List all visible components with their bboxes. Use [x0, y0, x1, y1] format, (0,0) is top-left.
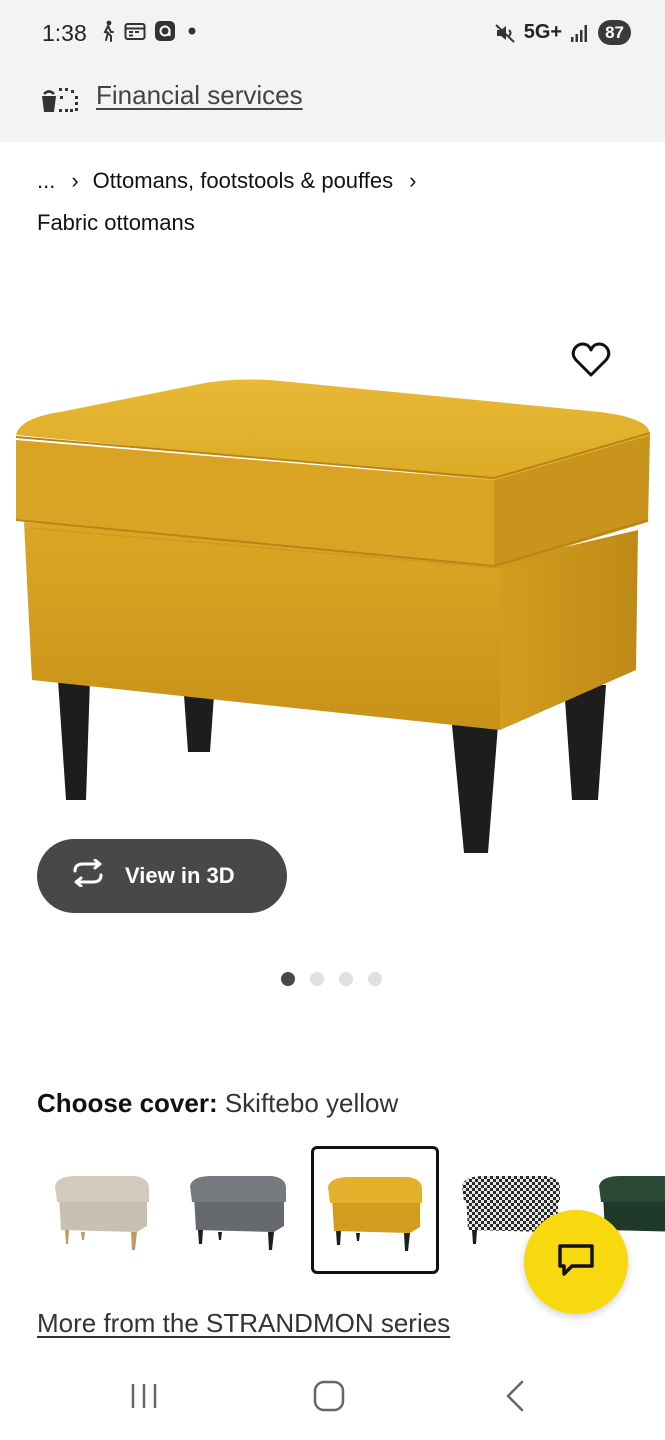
- signal-icon: [570, 23, 590, 43]
- choose-cover-label: Choose cover:: [37, 1088, 218, 1118]
- view-in-3d-button[interactable]: View in 3D: [37, 839, 287, 913]
- status-time: 1:38: [42, 20, 87, 46]
- breadcrumb-separator: ›: [71, 168, 79, 193]
- dot-icon: [184, 23, 200, 39]
- financial-services-bar: Financial services: [0, 66, 665, 142]
- breadcrumb-ellipsis[interactable]: ...: [37, 166, 55, 196]
- battery-level: 87: [598, 20, 631, 45]
- swatch-grey[interactable]: [174, 1146, 302, 1274]
- swatch-yellow[interactable]: [311, 1146, 439, 1274]
- heart-icon[interactable]: [570, 340, 612, 380]
- strandmon-series-link[interactable]: More from the STRANDMON series: [37, 1308, 450, 1339]
- yellow-ottoman-image[interactable]: [0, 300, 665, 880]
- breadcrumb-current[interactable]: Fabric ottomans: [37, 210, 195, 236]
- carousel-dot-2[interactable]: [310, 972, 324, 986]
- view-in-3d-label: View in 3D: [125, 863, 235, 888]
- carousel-dot-3[interactable]: [339, 972, 353, 986]
- choose-cover-heading: Choose cover: Skiftebo yellow: [37, 1088, 398, 1119]
- network-label: 5G+: [523, 21, 563, 43]
- breadcrumb: ... › Ottomans, footstools & pouffes ›: [37, 166, 637, 196]
- back-icon[interactable]: [486, 1376, 546, 1416]
- delivery-icon: [40, 84, 80, 121]
- navigation-bar: [0, 1356, 665, 1440]
- status-bar: 1:38 5G+ 87: [0, 0, 665, 66]
- recent-apps-icon[interactable]: [114, 1376, 174, 1416]
- rotate-icon: [69, 858, 107, 893]
- carousel-dots: [281, 972, 382, 986]
- carousel-dot-4[interactable]: [368, 972, 382, 986]
- walk-icon: [100, 20, 116, 42]
- calendar-icon: [124, 21, 146, 41]
- chat-icon: [556, 1242, 596, 1283]
- app-icon: [154, 20, 176, 42]
- status-left-icons: [100, 20, 200, 42]
- status-right: 5G+ 87: [494, 20, 631, 45]
- chat-button[interactable]: [524, 1210, 628, 1314]
- swatch-beige[interactable]: [37, 1146, 165, 1274]
- financial-services-link[interactable]: Financial services: [96, 80, 303, 111]
- mute-icon: [494, 22, 516, 44]
- breadcrumb-parent-link[interactable]: Ottomans, footstools & pouffes: [93, 166, 393, 196]
- home-icon[interactable]: [299, 1376, 359, 1416]
- breadcrumb-separator: ›: [409, 168, 417, 193]
- carousel-dot-1[interactable]: [281, 972, 295, 986]
- choose-cover-value: Skiftebo yellow: [224, 1088, 399, 1118]
